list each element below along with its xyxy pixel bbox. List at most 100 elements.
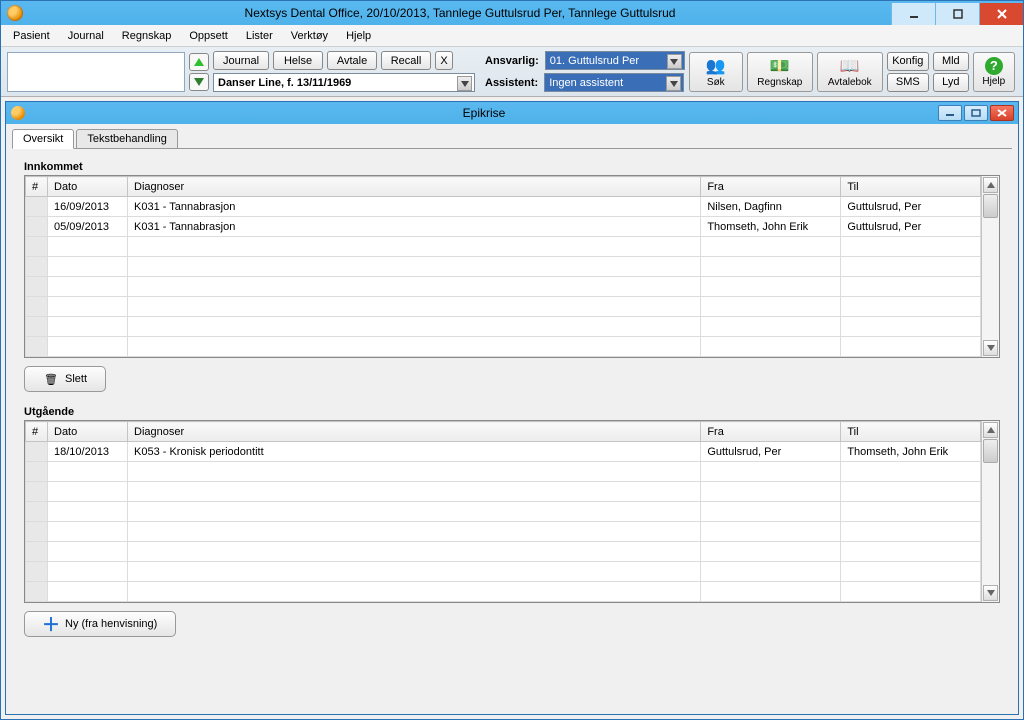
table-row-empty: ..... (26, 337, 981, 357)
menu-verktoy[interactable]: Verktøy (283, 28, 336, 44)
subwindow-title: Epikrise (30, 106, 938, 120)
col-til[interactable]: Til (841, 177, 981, 197)
epikrise-window: Epikrise Oversikt Tekstbehandling Innkom… (5, 101, 1019, 715)
subwin-minimize-button[interactable] (938, 105, 962, 121)
col-diagnoser[interactable]: Diagnoser (128, 422, 701, 442)
helse-button[interactable]: Helse (273, 51, 323, 70)
ansvarlig-label: Ansvarlig: (483, 55, 541, 67)
subwindow-icon (11, 106, 25, 120)
konfig-button[interactable]: Konfig (887, 52, 929, 71)
patient-combo[interactable]: Danser Line, f. 13/11/1969 (213, 73, 475, 92)
scroll-thumb[interactable] (983, 194, 998, 218)
minimize-button[interactable] (891, 3, 935, 25)
delete-button-label: Slett (65, 373, 87, 385)
menu-hjelp[interactable]: Hjelp (338, 28, 379, 44)
menu-pasient[interactable]: Pasient (5, 28, 58, 44)
row-num (26, 197, 48, 217)
cell-fra: Nilsen, Dagfinn (701, 197, 841, 217)
col-fra[interactable]: Fra (701, 177, 841, 197)
cell-dato: 05/09/2013 (48, 217, 128, 237)
search-people-icon: 👥 (706, 56, 726, 76)
col-fra[interactable]: Fra (701, 422, 841, 442)
new-button-label: Ny (fra henvisning) (65, 618, 157, 630)
menu-regnskap[interactable]: Regnskap (114, 28, 180, 44)
scroll-thumb[interactable] (983, 439, 998, 463)
mld-button[interactable]: Mld (933, 52, 969, 71)
scroll-up-icon[interactable] (983, 422, 998, 438)
journal-button[interactable]: Journal (213, 51, 269, 70)
innkommet-title: Innkommet (24, 161, 1000, 173)
innkommet-grid: # Dato Diagnoser Fra Til 16/09/2013K031 … (24, 175, 1000, 358)
ansvarlig-combo[interactable]: 01. Guttulsrud Per (545, 51, 685, 70)
maximize-button[interactable] (935, 3, 979, 25)
cell-fra: Guttulsrud, Per (701, 442, 841, 462)
delete-button[interactable]: 🗑 Slett (24, 366, 106, 392)
table-row-empty: ..... (26, 237, 981, 257)
col-num[interactable]: # (26, 177, 48, 197)
menu-journal[interactable]: Journal (60, 28, 112, 44)
assistent-combo[interactable]: Ingen assistent (544, 73, 684, 92)
menubar: Pasient Journal Regnskap Oppsett Lister … (1, 25, 1023, 47)
toolbar: Journal Helse Avtale Recall X Danser Lin… (1, 47, 1023, 97)
arrow-down-button[interactable] (189, 73, 209, 91)
col-dato[interactable]: Dato (48, 177, 128, 197)
subwindow-titlebar: Epikrise (6, 102, 1018, 124)
table-row-empty: ..... (26, 502, 981, 522)
table-row-empty: ..... (26, 257, 981, 277)
help-button-label: Hjelp (982, 76, 1005, 87)
table-row-empty: ..... (26, 522, 981, 542)
utgaaende-scrollbar[interactable] (981, 421, 999, 602)
menu-oppsett[interactable]: Oppsett (181, 28, 236, 44)
avtalebok-button[interactable]: 📖 Avtalebok (817, 52, 883, 92)
close-button[interactable] (979, 3, 1023, 25)
innkommet-scrollbar[interactable] (981, 176, 999, 357)
sms-button[interactable]: SMS (887, 73, 929, 92)
row-num (26, 442, 48, 462)
avtale-button[interactable]: Avtale (327, 51, 377, 70)
cell-fra: Thomseth, John Erik (701, 217, 841, 237)
cell-diagnoser: K031 - Tannabrasjon (128, 197, 701, 217)
note-input[interactable] (7, 52, 185, 92)
utgaaende-grid: # Dato Diagnoser Fra Til 18/10/2013K053 … (24, 420, 1000, 603)
lyd-button[interactable]: Lyd (933, 73, 969, 92)
new-from-referral-button[interactable]: ＋ Ny (fra henvisning) (24, 611, 176, 637)
x-button[interactable]: X (435, 51, 453, 70)
regnskap-button-label: Regnskap (757, 77, 802, 88)
cell-dato: 18/10/2013 (48, 442, 128, 462)
money-icon: 💵 (770, 56, 790, 76)
table-row[interactable]: 05/09/2013K031 - TannabrasjonThomseth, J… (26, 217, 981, 237)
col-diagnoser[interactable]: Diagnoser (128, 177, 701, 197)
tab-oversikt[interactable]: Oversikt (12, 129, 74, 149)
window-title: Nextsys Dental Office, 20/10/2013, Tannl… (29, 6, 891, 20)
col-num[interactable]: # (26, 422, 48, 442)
ansvarlig-combo-label: 01. Guttulsrud Per (550, 55, 639, 67)
table-row-empty: ..... (26, 297, 981, 317)
col-til[interactable]: Til (841, 422, 981, 442)
table-row[interactable]: 18/10/2013K053 - Kronisk periodontittGut… (26, 442, 981, 462)
scroll-down-icon[interactable] (983, 585, 998, 601)
chevron-down-icon (667, 54, 682, 69)
help-button[interactable]: ? Hjelp (973, 52, 1015, 92)
cell-til: Guttulsrud, Per (841, 197, 981, 217)
recall-button[interactable]: Recall (381, 51, 431, 70)
avtalebok-button-label: Avtalebok (828, 77, 872, 88)
subwin-maximize-button[interactable] (964, 105, 988, 121)
table-row[interactable]: 16/09/2013K031 - TannabrasjonNilsen, Dag… (26, 197, 981, 217)
subwin-close-button[interactable] (990, 105, 1014, 121)
search-button-label: Søk (707, 77, 725, 88)
book-icon: 📖 (840, 56, 860, 76)
patient-combo-label: Danser Line, f. 13/11/1969 (218, 77, 351, 89)
search-button[interactable]: 👥 Søk (689, 52, 743, 92)
window-titlebar: Nextsys Dental Office, 20/10/2013, Tannl… (1, 1, 1023, 25)
regnskap-button[interactable]: 💵 Regnskap (747, 52, 813, 92)
scroll-up-icon[interactable] (983, 177, 998, 193)
scroll-down-icon[interactable] (983, 340, 998, 356)
tab-tekstbehandling[interactable]: Tekstbehandling (76, 129, 178, 149)
table-row-empty: ..... (26, 277, 981, 297)
arrow-up-button[interactable] (189, 53, 209, 71)
cell-til: Thomseth, John Erik (841, 442, 981, 462)
table-row-empty: ..... (26, 482, 981, 502)
menu-lister[interactable]: Lister (238, 28, 281, 44)
col-dato[interactable]: Dato (48, 422, 128, 442)
utgaaende-title: Utgående (24, 406, 1000, 418)
